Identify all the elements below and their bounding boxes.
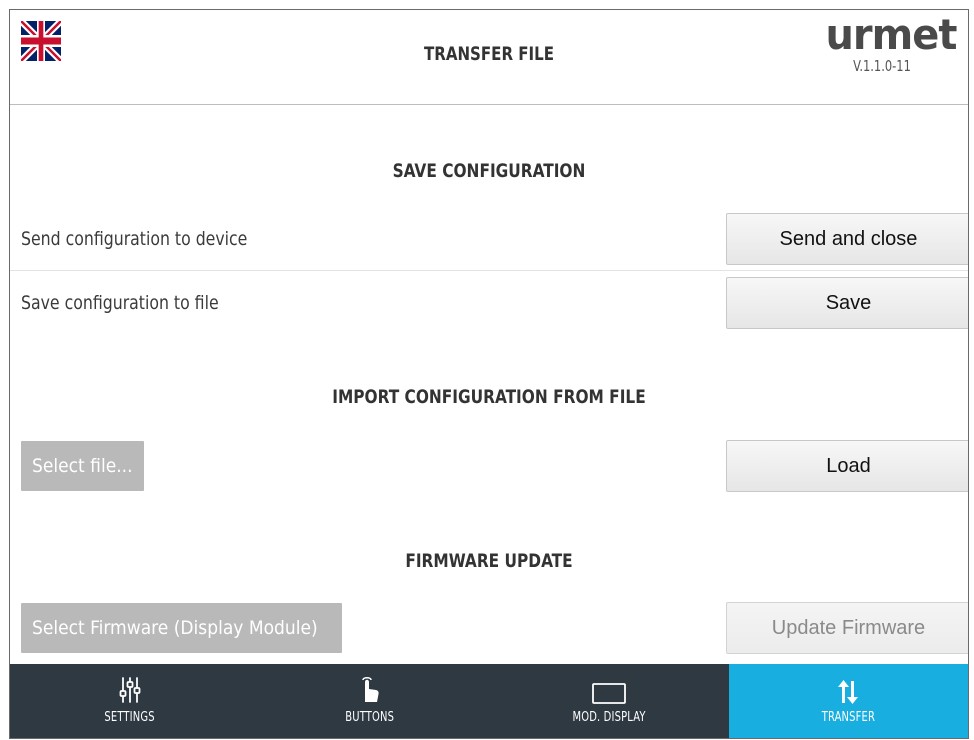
uk-flag-icon[interactable] — [21, 21, 61, 61]
header: TRANSFER FILE urmet V.1.1.0-11 — [10, 10, 968, 105]
save-button[interactable]: Save — [726, 277, 968, 329]
tab-settings[interactable]: SETTINGS — [10, 664, 250, 738]
brand-logo: urmet — [825, 10, 957, 59]
tab-mod-display-label: MOD. DISPLAY — [572, 709, 646, 725]
page-title: TRANSFER FILE — [423, 43, 555, 65]
tab-transfer-label: TRANSFER — [821, 709, 875, 725]
select-file-button[interactable]: Select file... — [21, 441, 144, 491]
send-and-close-button[interactable]: Send and close — [726, 213, 968, 265]
tab-settings-label: SETTINGS — [104, 709, 155, 725]
select-firmware-button[interactable]: Select Firmware (Display Module) — [21, 603, 342, 653]
firmware-update-title: FIRMWARE UPDATE — [405, 550, 573, 572]
import-configuration-title: IMPORT CONFIGURATION FROM FILE — [332, 386, 646, 408]
save-configuration-label: Save configuration to file — [21, 292, 219, 314]
bottom-navbar: SETTINGS BUTTONS MOD. DISPLAY TRANSFER — [10, 664, 968, 738]
row-divider — [10, 270, 968, 271]
transfer-arrows-icon — [838, 679, 859, 704]
update-firmware-button[interactable]: Update Firmware — [726, 602, 968, 654]
load-button[interactable]: Load — [726, 440, 968, 492]
hand-pointer-icon — [362, 676, 379, 702]
tab-mod-display[interactable]: MOD. DISPLAY — [489, 664, 729, 738]
app-window: TRANSFER FILE urmet V.1.1.0-11 SAVE CONF… — [9, 9, 969, 739]
sliders-icon — [119, 676, 141, 703]
brand: urmet V.1.1.0-11 — [822, 13, 957, 76]
send-configuration-label: Send configuration to device — [21, 228, 248, 250]
tab-buttons-label: BUTTONS — [344, 709, 394, 725]
tab-transfer[interactable]: TRANSFER — [728, 664, 968, 738]
save-configuration-title: SAVE CONFIGURATION — [392, 160, 586, 182]
tab-buttons[interactable]: BUTTONS — [250, 664, 490, 738]
version-label: V.1.1.0-11 — [853, 57, 911, 75]
display-icon — [591, 682, 626, 704]
